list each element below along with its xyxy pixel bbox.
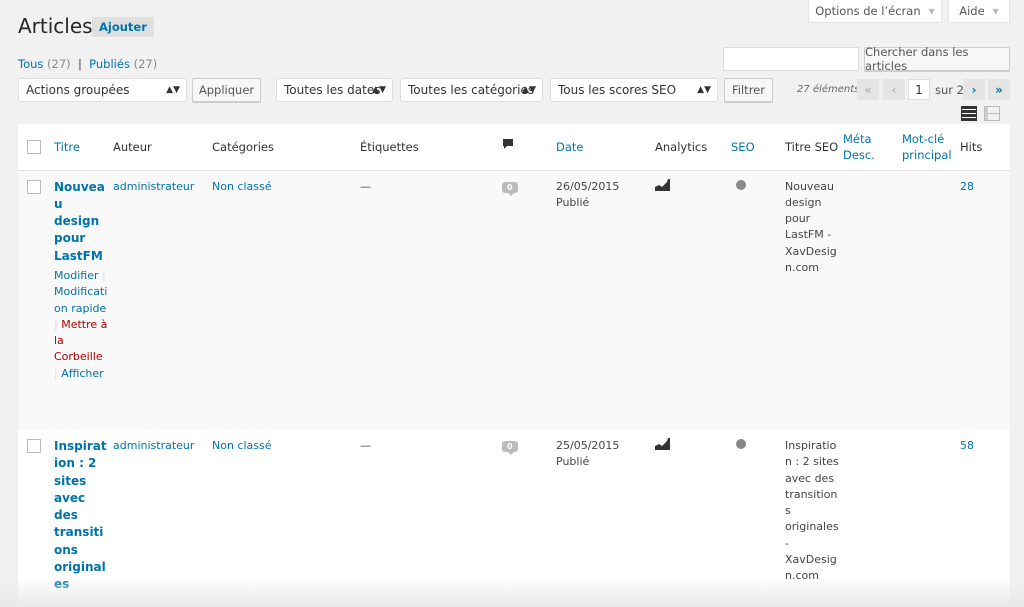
view-published-count: (27) [133, 57, 158, 71]
row-checkbox[interactable] [27, 179, 41, 194]
seo-title-value: Inspiration : 2 sites avec des transitio… [785, 439, 839, 583]
view-all[interactable]: Tous [18, 57, 43, 71]
date-filter-select[interactable]: Toutes les dates ▲▼ [276, 78, 393, 102]
seo-score-dot [736, 179, 746, 190]
bottom-fade [0, 577, 1024, 607]
post-status: Publié [556, 195, 590, 209]
page-title: Articles [18, 14, 93, 38]
column-hits: Hits [960, 124, 1010, 171]
caret-down-icon: ▼ [928, 6, 935, 16]
table-header: Titre Auteur Catégories Étiquettes Date … [18, 124, 1010, 171]
select-arrows-icon: ▲▼ [372, 85, 386, 95]
next-page-button[interactable]: › [963, 79, 985, 100]
table-row: Inspiration : 2 sites avec des transitio… [18, 430, 1010, 602]
meta-desc-value [843, 430, 902, 602]
meta-desc-value [843, 170, 902, 430]
total-pages: sur 2 [935, 83, 964, 97]
last-page-button[interactable]: » [988, 79, 1010, 100]
view-published[interactable]: Publiés [89, 57, 130, 71]
comment-count-bubble[interactable]: 0 [502, 441, 518, 455]
list-view-icon[interactable] [961, 106, 977, 121]
apply-button[interactable]: Appliquer [192, 78, 261, 102]
action-separator: | [54, 317, 58, 331]
column-tags: Étiquettes [360, 124, 502, 171]
post-date: 25/05/2015 [556, 439, 620, 452]
author-link[interactable]: administrateur [113, 439, 194, 452]
tags-value: — [360, 439, 371, 452]
post-status-views: Tous (27) | Publiés (27) [18, 57, 157, 71]
author-link[interactable]: administrateur [113, 180, 194, 193]
view-all-count: (27) [47, 57, 71, 71]
items-count: 27 éléments [797, 84, 860, 95]
post-status: Publié [556, 455, 590, 469]
screen-options-button[interactable]: Options de l’écran ▼ [808, 0, 942, 23]
bulk-actions-value: Actions groupées [26, 83, 130, 97]
column-analytics: Analytics [655, 124, 731, 171]
help-label: Aide [959, 4, 985, 18]
posts-table: Titre Auteur Catégories Étiquettes Date … [18, 124, 1010, 602]
current-page-input[interactable]: 1 [908, 79, 930, 100]
focus-keyword-value [902, 430, 960, 602]
column-seo[interactable]: SEO [731, 140, 755, 154]
column-title[interactable]: Titre [54, 140, 80, 154]
seo-filter-select[interactable]: Tous les scores SEO ▲▼ [550, 78, 718, 102]
views-separator: | [77, 57, 82, 71]
excerpt-view-icon[interactable] [984, 106, 1000, 121]
select-arrows-icon: ▲▼ [166, 85, 180, 95]
seo-filter-value: Tous les scores SEO [558, 83, 677, 97]
column-categories: Catégories [212, 124, 360, 171]
trash-link[interactable]: Mettre à la Corbeille [54, 318, 107, 364]
hits-link[interactable]: 28 [960, 180, 974, 193]
seo-title-value: Nouveau design pour LastFM - XavDesign.c… [785, 170, 843, 430]
edit-link[interactable]: Modifier [54, 269, 98, 282]
row-checkbox[interactable] [27, 439, 41, 453]
comments-icon [503, 139, 513, 150]
action-separator: | [54, 366, 58, 380]
post-date: 26/05/2015 [556, 179, 620, 193]
first-page-button[interactable]: « [857, 79, 879, 100]
select-all-checkbox[interactable] [27, 139, 41, 154]
bulk-actions-select[interactable]: Actions groupées ▲▼ [18, 78, 187, 102]
analytics-chart-icon[interactable] [655, 438, 671, 450]
category-filter-select[interactable]: Toutes les catégories ▲▼ [400, 78, 543, 102]
search-input[interactable] [723, 47, 859, 71]
search-button[interactable]: Chercher dans les articles [864, 45, 1010, 73]
analytics-chart-icon[interactable] [655, 178, 671, 191]
select-arrows-icon: ▲▼ [697, 85, 711, 95]
help-button[interactable]: Aide ▼ [948, 0, 1010, 23]
action-separator: | [101, 268, 106, 282]
column-seo-title: Titre SEO [785, 124, 843, 171]
add-new-button[interactable]: Ajouter [92, 17, 154, 37]
seo-score-dot [736, 439, 746, 449]
tags-value: — [360, 170, 502, 430]
caret-down-icon: ▼ [992, 6, 999, 16]
post-title-link[interactable]: Inspiration : 2 sites avec des transitio… [54, 439, 107, 591]
comment-count-bubble[interactable]: 0 [502, 181, 518, 196]
row-actions: Modifier | Modification rapide | Mettre … [54, 268, 109, 382]
category-link[interactable]: Non classé [212, 439, 272, 452]
table-row: Nouveau design pour LastFM Modifier | Mo… [18, 170, 1010, 430]
screen-options-label: Options de l’écran [815, 4, 921, 18]
quick-edit-link[interactable]: Modification rapide [54, 285, 107, 314]
filter-button[interactable]: Filtrer [724, 78, 773, 102]
focus-keyword-value [902, 170, 960, 430]
column-author: Auteur [113, 124, 212, 171]
column-date[interactable]: Date [556, 140, 584, 154]
hits-link[interactable]: 58 [960, 439, 974, 452]
view-link[interactable]: Afficher [61, 367, 103, 380]
select-arrows-icon: ▲▼ [522, 85, 536, 95]
column-meta-desc[interactable]: Méta Desc. [843, 132, 875, 162]
column-focus-keyword[interactable]: Mot-clé principal [902, 132, 952, 162]
post-title-link[interactable]: Nouveau design pour LastFM [54, 180, 105, 263]
category-link[interactable]: Non classé [212, 180, 272, 193]
date-filter-value: Toutes les dates [284, 83, 381, 97]
category-filter-value: Toutes les catégories [408, 83, 535, 97]
prev-page-button[interactable]: ‹ [883, 79, 905, 100]
